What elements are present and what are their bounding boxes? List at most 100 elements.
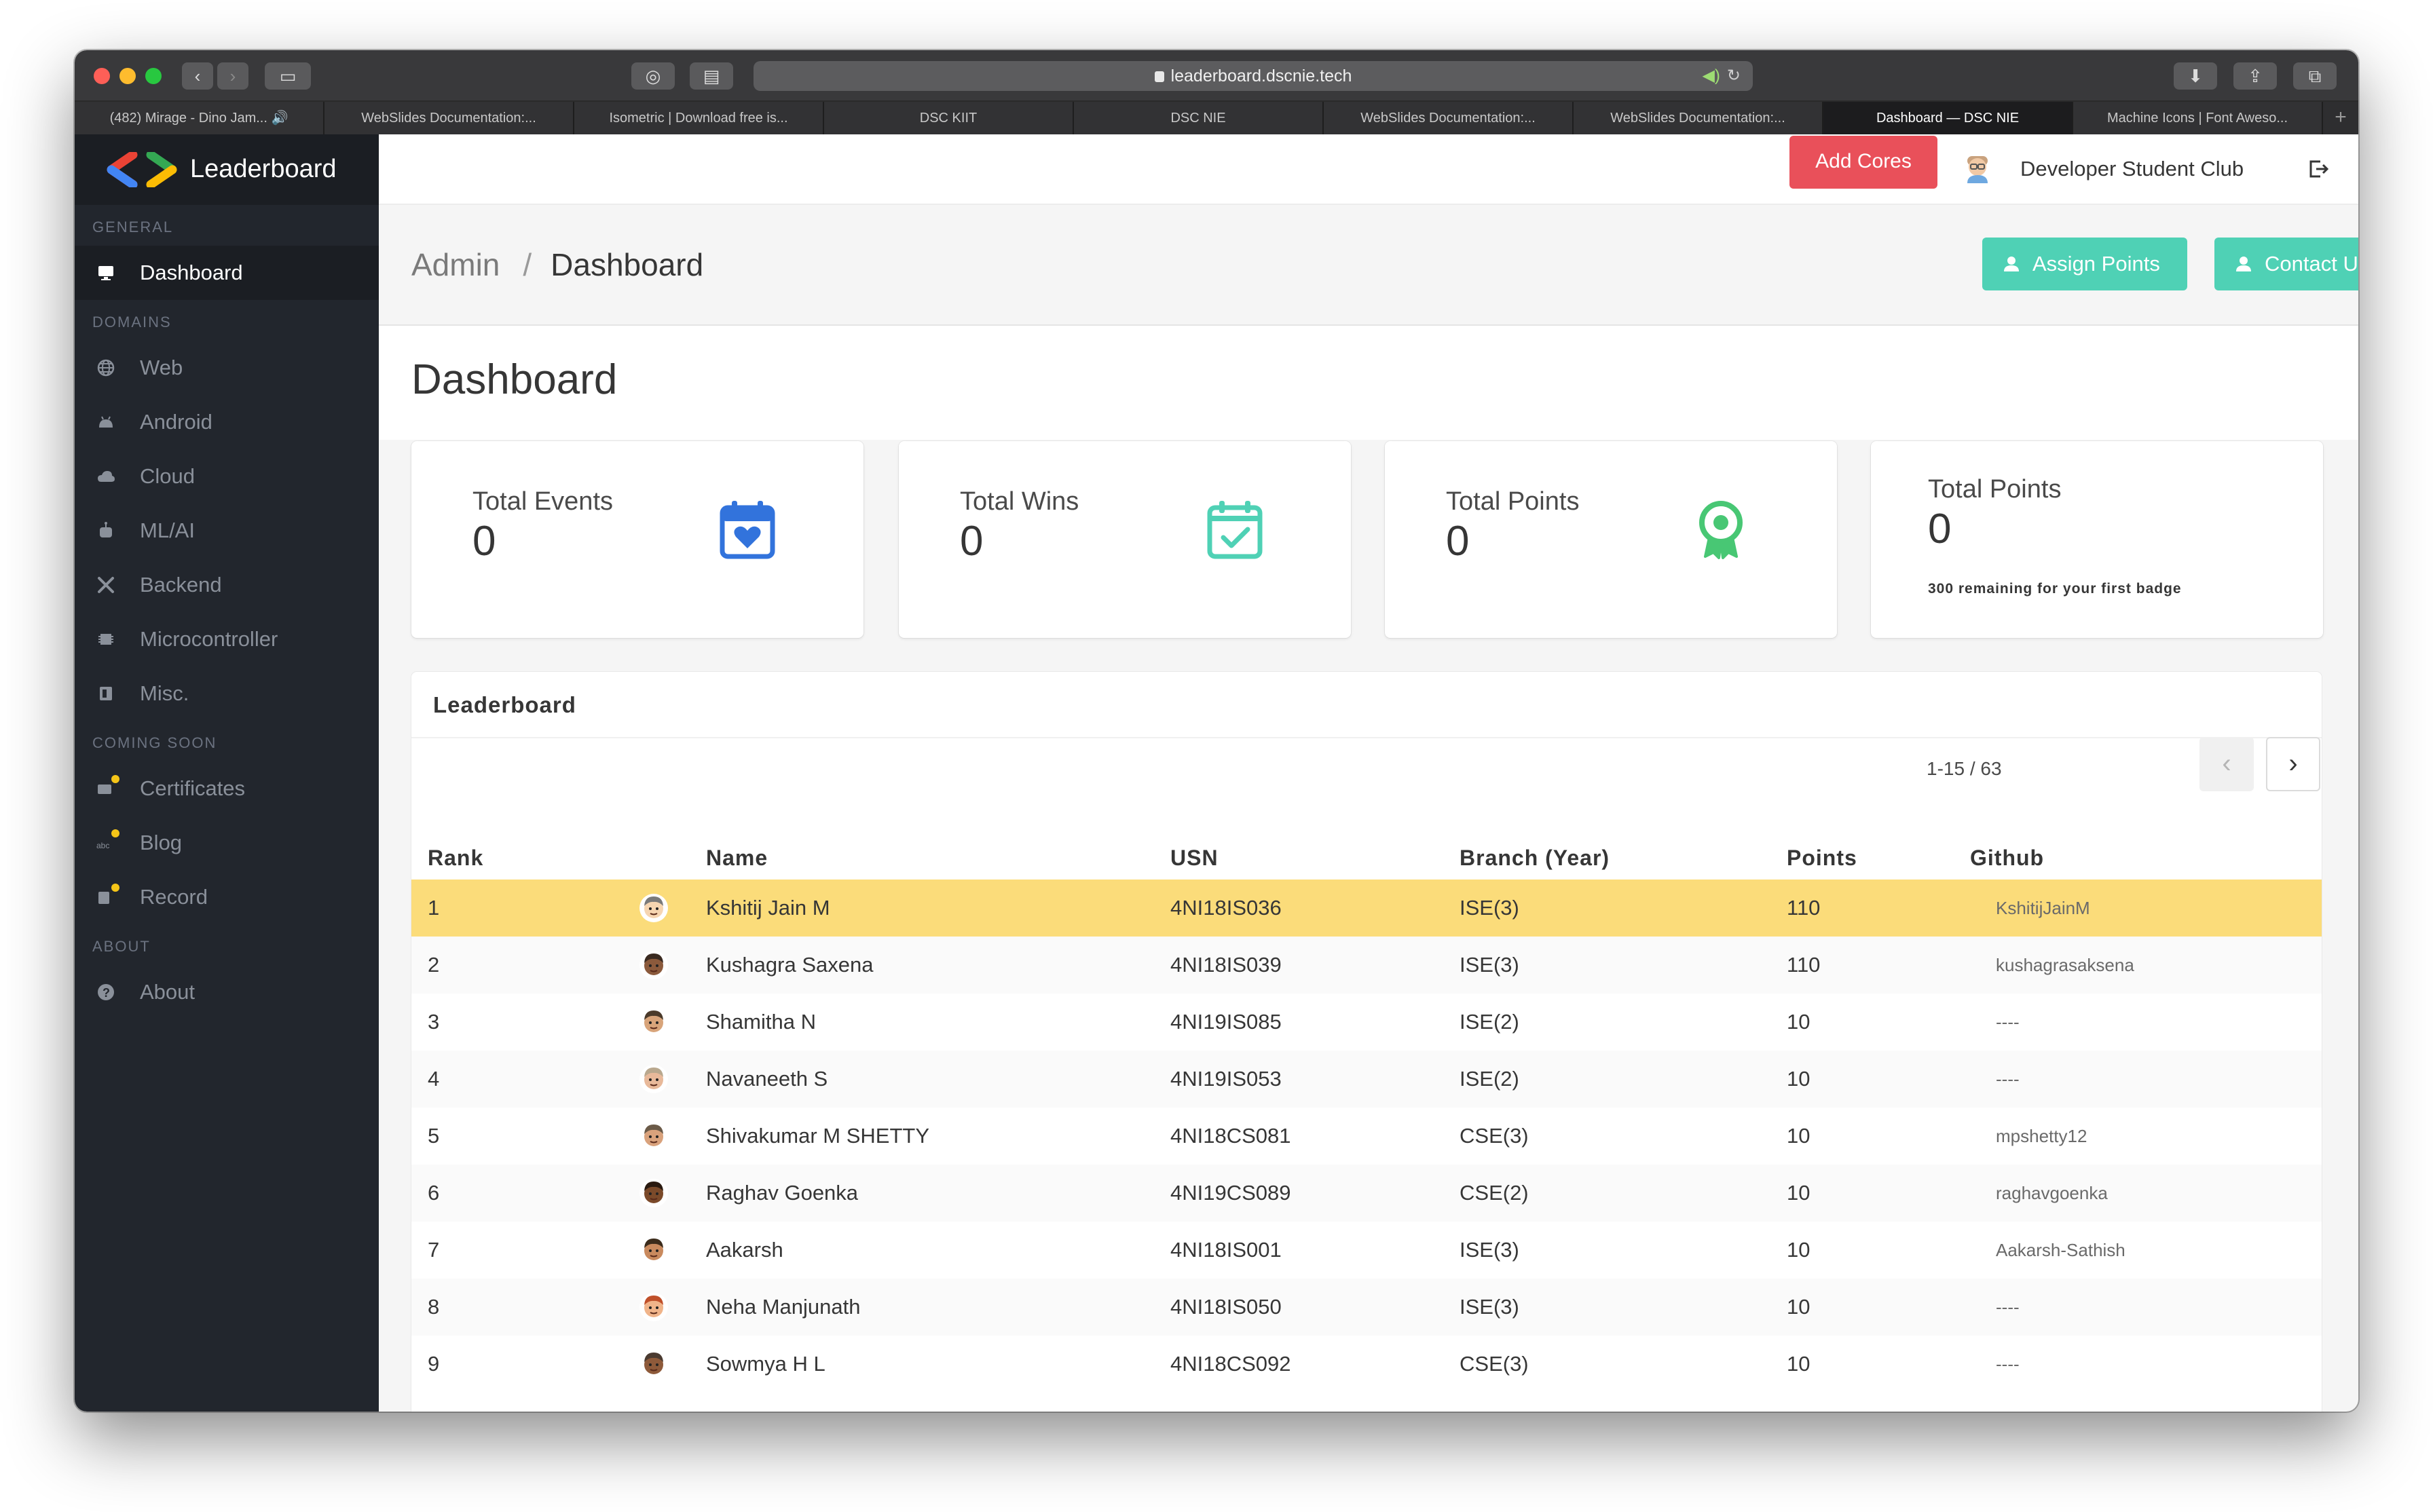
- sidebar-item-about[interactable]: ? About: [75, 965, 379, 1019]
- calendar-heart-icon: [720, 501, 775, 559]
- avatar-cell: [595, 1051, 690, 1108]
- breadcrumb-admin[interactable]: Admin: [411, 247, 500, 282]
- sidebar-item-backend[interactable]: Backend: [75, 558, 379, 612]
- table-row[interactable]: 8 Neha Manjunath 4NI18IS050 ISE(3) 10 ----: [411, 1279, 2322, 1336]
- column-header-points[interactable]: Points: [1770, 836, 1954, 880]
- user-name[interactable]: Developer Student Club: [2020, 153, 2244, 185]
- sidebar-section-title: GENERAL: [92, 219, 174, 235]
- page-title: Dashboard: [411, 356, 618, 403]
- points-cell: 10: [1787, 1124, 1810, 1148]
- downloads-icon[interactable]: ⬇: [2174, 62, 2217, 90]
- table-row[interactable]: 4 Navaneeth S 4NI19IS053 ISE(2) 10 ----: [411, 1051, 2322, 1108]
- browser-tab[interactable]: DSC KIIT: [824, 102, 1074, 134]
- github-cell[interactable]: Aakarsh-Sathish: [1954, 1222, 2322, 1279]
- page-title-bar: Dashboard: [379, 326, 2358, 440]
- column-header-github[interactable]: Github: [1954, 836, 2322, 880]
- stat-label: Total Points: [1928, 475, 2062, 504]
- pagination-range: 1-15 / 63: [1927, 758, 2002, 779]
- github-cell[interactable]: kushagrasaksena: [1954, 937, 2322, 994]
- forward-icon[interactable]: ›: [217, 62, 248, 90]
- table-row[interactable]: 6 Raghav Goenka 4NI19CS089 CSE(2) 10 raghavgo…: [411, 1165, 2322, 1222]
- column-header-name[interactable]: Name: [690, 836, 1154, 880]
- github-cell[interactable]: raghavgoenka: [1954, 1165, 2322, 1222]
- minimize-window-button[interactable]: [119, 68, 136, 84]
- avatar: [639, 1122, 668, 1150]
- table-row[interactable]: 7 Aakarsh 4NI18IS001 ISE(3) 10 Aakarsh-Sathis…: [411, 1222, 2322, 1279]
- points-cell: 10: [1770, 1165, 1954, 1222]
- svg-text:abc: abc: [96, 841, 109, 850]
- question-icon: ?: [96, 983, 115, 1002]
- column-header-rank[interactable]: Rank: [411, 836, 595, 880]
- url-text: leaderboard.dscnie.tech: [1170, 67, 1352, 86]
- sidebar-item-certificates[interactable]: Certificates: [75, 761, 379, 816]
- table-row[interactable]: 2 Kushagra Saxena 4NI18IS039 ISE(3) 110 kusha…: [411, 937, 2322, 994]
- github-cell[interactable]: ----: [1954, 1051, 2322, 1108]
- usn-cell: 4NI19IS085: [1170, 1010, 1282, 1034]
- avatar: [639, 1293, 668, 1321]
- close-window-button[interactable]: [94, 68, 110, 84]
- certificate-icon: [96, 775, 119, 798]
- browser-tab[interactable]: WebSlides Documentation:...: [324, 102, 574, 134]
- user-avatar[interactable]: [1962, 152, 1993, 183]
- notes-extension-icon[interactable]: ▤: [690, 62, 733, 90]
- avatar-cell: [595, 1279, 690, 1336]
- svg-text:?: ?: [103, 986, 110, 1000]
- sidebar-item-dashboard[interactable]: Dashboard: [75, 246, 379, 300]
- browser-tab[interactable]: (482) Mirage - Dino Jam... 🔊: [75, 102, 324, 134]
- points-cell: 10: [1770, 1279, 1954, 1336]
- sidebar-item-label: Web: [140, 356, 183, 379]
- grammarly-extension-icon[interactable]: ◎: [631, 62, 675, 90]
- logout-icon[interactable]: [2307, 157, 2330, 181]
- back-icon[interactable]: ‹: [182, 62, 213, 90]
- table-row[interactable]: 5 Shivakumar M SHETTY 4NI18CS081 CSE(3) 10 mp…: [411, 1108, 2322, 1165]
- table-row[interactable]: 9 Sowmya H L 4NI18CS092 CSE(3) 10 ----: [411, 1336, 2322, 1393]
- github-cell[interactable]: ----: [1954, 1336, 2322, 1393]
- android-icon: [96, 413, 115, 432]
- avatar: [639, 1236, 668, 1264]
- zoom-window-button[interactable]: [145, 68, 162, 84]
- sidebar-item-ml-ai[interactable]: ML/AI: [75, 504, 379, 558]
- rank-cell: 8: [411, 1279, 595, 1336]
- sidebar-item-microcontroller[interactable]: Microcontroller: [75, 612, 379, 666]
- github-cell[interactable]: ----: [1954, 1279, 2322, 1336]
- new-tab-button[interactable]: +: [2323, 102, 2358, 134]
- sidebar-item-blog[interactable]: abc Blog: [75, 816, 379, 870]
- share-icon[interactable]: ⇪: [2233, 62, 2277, 90]
- table-row[interactable]: 3 Shamitha N 4NI19IS085 ISE(2) 10 ----: [411, 994, 2322, 1051]
- browser-tab[interactable]: DSC NIE: [1074, 102, 1324, 134]
- sidebar-item-web[interactable]: Web: [75, 341, 379, 395]
- lock-icon: [1154, 71, 1164, 82]
- github-cell[interactable]: ----: [1954, 994, 2322, 1051]
- github-cell[interactable]: KshitijJainM: [1954, 880, 2322, 937]
- table-row[interactable]: 1 Kshitij Jain M 4NI18IS036 ISE(3) 110 Kshiti…: [411, 880, 2322, 937]
- brand[interactable]: Leaderboard: [75, 134, 379, 205]
- leaderboard-title: Leaderboard: [411, 672, 2322, 738]
- browser-tab[interactable]: WebSlides Documentation:...: [1574, 102, 1823, 134]
- browser-tab[interactable]: Isometric | Download free is...: [574, 102, 824, 134]
- assign-points-button[interactable]: Assign Points: [1982, 238, 2187, 290]
- sidebar-item-cloud[interactable]: Cloud: [75, 449, 379, 504]
- browser-tab[interactable]: Machine Icons | Font Aweso...: [2073, 102, 2323, 134]
- sidebar: Leaderboard GENERAL Dashboard DOMAINS Web An…: [75, 134, 379, 1412]
- tab-overview-icon[interactable]: ⧉: [2293, 62, 2337, 90]
- reload-icon[interactable]: ↻: [1727, 67, 1741, 85]
- sidebar-item-misc[interactable]: Misc.: [75, 666, 379, 721]
- sidebar-item-label: Dashboard: [140, 261, 243, 284]
- sidebar-item-android[interactable]: Android: [75, 395, 379, 449]
- name-cell: Raghav Goenka: [690, 1165, 1154, 1222]
- browser-tab[interactable]: Dashboard — DSC NIE: [1823, 102, 2073, 134]
- sidebar-item-record[interactable]: Record: [75, 870, 379, 924]
- sidebar-toggle-icon[interactable]: ▭: [265, 62, 311, 90]
- stat-value: 0: [1928, 506, 1952, 552]
- browser-tab[interactable]: WebSlides Documentation:...: [1324, 102, 1574, 134]
- previous-page-button[interactable]: ‹: [2199, 737, 2254, 791]
- column-header-usn[interactable]: USN: [1154, 836, 1443, 880]
- add-cores-button[interactable]: Add Cores: [1789, 136, 1937, 189]
- column-header-branch[interactable]: Branch (Year): [1443, 836, 1770, 880]
- address-bar[interactable]: leaderboard.dscnie.tech ◀) ↻: [754, 61, 1753, 91]
- audio-playing-icon[interactable]: ◀): [1702, 67, 1720, 85]
- github-cell[interactable]: mpshetty12: [1954, 1108, 2322, 1165]
- next-page-button[interactable]: ›: [2266, 737, 2320, 791]
- branch-cell: CSE(3): [1460, 1352, 1529, 1376]
- contact-us-button[interactable]: Contact Us: [2214, 238, 2358, 290]
